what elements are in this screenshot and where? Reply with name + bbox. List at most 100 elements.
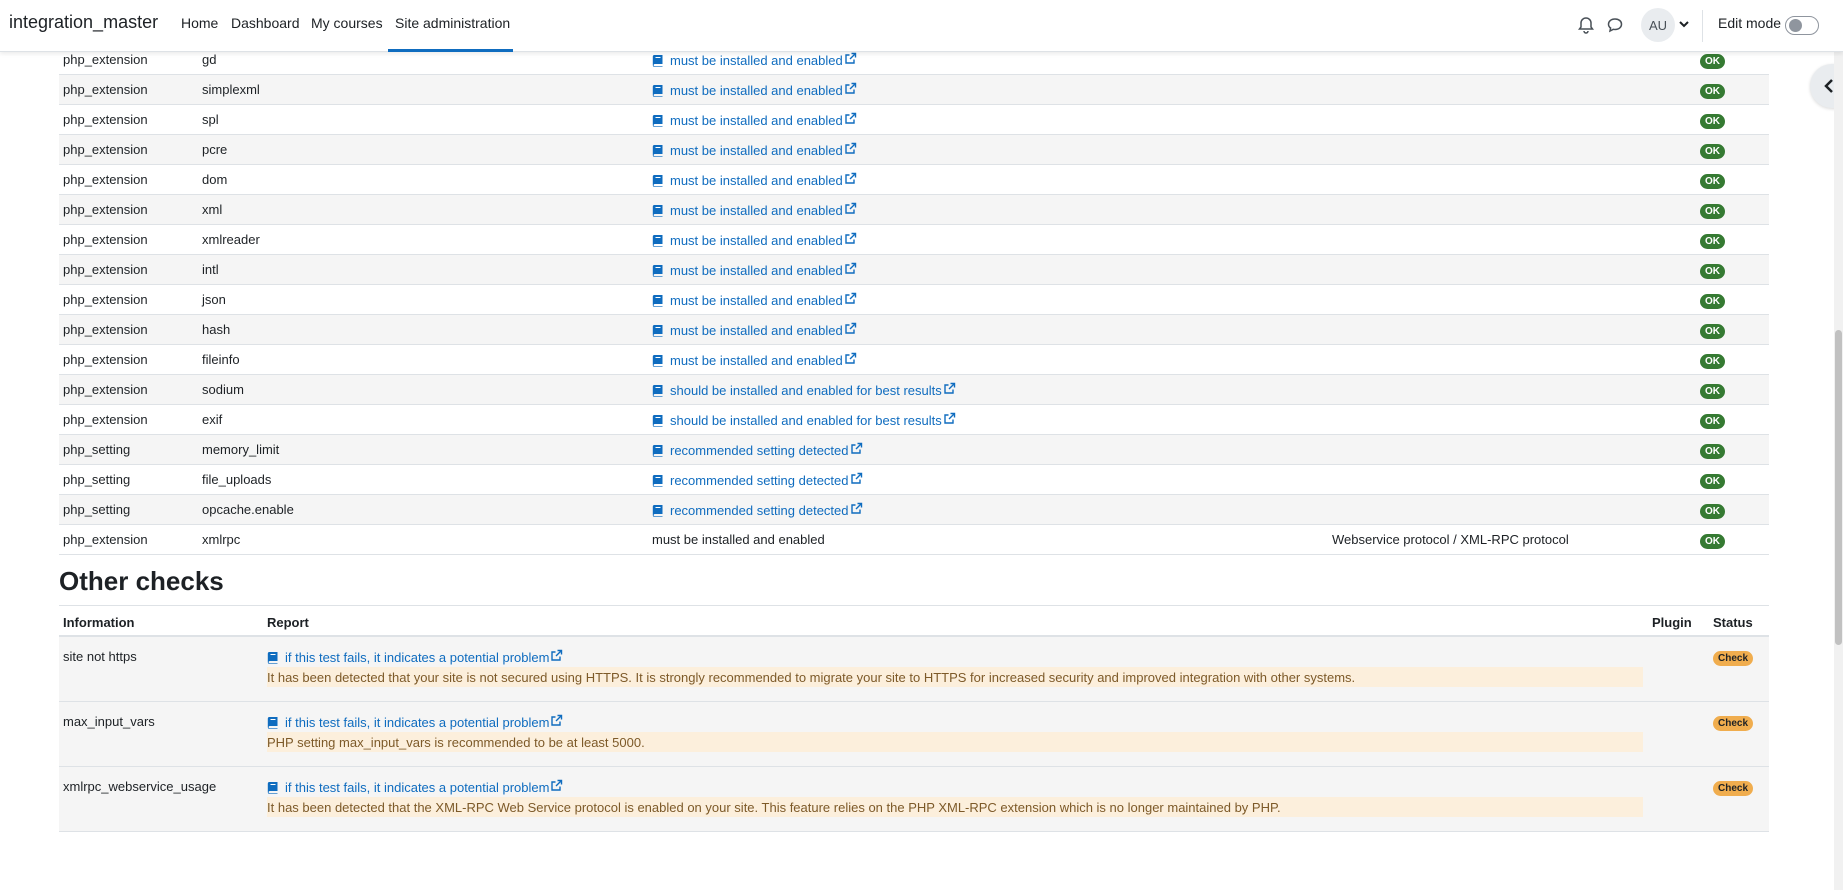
row-type: php_extension: [63, 352, 148, 367]
table-row: php_extension pcre must be installed and e…: [59, 135, 1769, 165]
row-type: php_setting: [63, 442, 131, 457]
row-name: gd: [202, 52, 217, 67]
report-link[interactable]: must be installed and enabled: [652, 112, 857, 128]
other-checks-header: Information Report Plugin Status: [59, 605, 1769, 637]
row-name: memory_limit: [202, 442, 280, 457]
external-link-icon: [845, 352, 856, 364]
other-checks-table: Information Report Plugin Status site no…: [59, 605, 1769, 832]
row-name: hash: [202, 322, 231, 337]
other-checks-title: Other checks: [59, 566, 224, 596]
row-name: spl: [202, 112, 219, 127]
book-icon: [652, 145, 663, 157]
external-link-icon: [845, 142, 856, 154]
report-link[interactable]: if this test fails, it indicates a poten…: [267, 779, 563, 795]
row-type: php_extension: [63, 292, 148, 307]
table-row: max_input_vars if this test fails, it ind…: [59, 702, 1769, 767]
book-icon: [652, 445, 663, 457]
report-link[interactable]: must be installed and enabled: [652, 232, 857, 248]
external-link-icon: [850, 472, 862, 484]
table-row: php_setting opcache.enable recommended set…: [59, 495, 1769, 525]
header-report: Report: [267, 615, 309, 630]
nav-divider: [1702, 10, 1703, 42]
report-link[interactable]: must be installed and enabled: [652, 142, 857, 158]
header-status: Status: [1713, 615, 1753, 630]
check-info: xmlrpc_webservice_usage: [63, 779, 217, 794]
report-link[interactable]: must be installed and enabled: [652, 172, 857, 188]
external-link-icon: [850, 442, 862, 454]
chat-bubble-icon[interactable]: [1605, 15, 1625, 35]
book-icon: [652, 85, 663, 97]
report-link[interactable]: must be installed and enabled: [652, 292, 857, 308]
header-plugin: Plugin: [1652, 615, 1692, 630]
report-link[interactable]: if this test fails, it indicates a poten…: [267, 714, 563, 730]
table-row: php_setting memory_limit recommended setti…: [59, 435, 1769, 465]
external-link-icon: [845, 112, 856, 124]
table-row: site not https if this test fails, it ind…: [59, 637, 1769, 702]
external-link-icon: [845, 172, 856, 184]
status-badge: Check: [1713, 649, 1754, 666]
table-row: php_extension hash must be installed and e…: [59, 315, 1769, 345]
external-link-icon: [850, 502, 862, 514]
table-row: php_extension json must be installed and e…: [59, 285, 1769, 315]
status-badge: OK: [1700, 472, 1725, 489]
site-brand[interactable]: integration_master: [9, 12, 158, 33]
bell-icon[interactable]: [1576, 15, 1596, 35]
table-row: php_extension xml must be installed and en…: [59, 195, 1769, 225]
report-link[interactable]: recommended setting detected: [652, 502, 863, 518]
report-link[interactable]: must be installed and enabled: [652, 322, 857, 338]
scrollbar-thumb[interactable]: [1835, 330, 1842, 645]
status-badge: OK: [1700, 82, 1725, 99]
table-row: php_extension spl must be installed and en…: [59, 105, 1769, 135]
book-icon: [652, 175, 663, 187]
row-type: php_extension: [63, 202, 148, 217]
table-row: php_extension xmlreader must be installed …: [59, 225, 1769, 255]
status-badge: OK: [1700, 232, 1725, 249]
row-name: xml: [202, 202, 223, 217]
nav-active-indicator: [388, 49, 513, 52]
nav-site-administration[interactable]: Site administration: [395, 15, 510, 31]
row-name: dom: [202, 172, 228, 187]
report-link[interactable]: must be installed and enabled: [652, 82, 857, 98]
book-icon: [652, 325, 663, 337]
report-link[interactable]: recommended setting detected: [652, 472, 863, 488]
external-link-icon: [845, 232, 856, 244]
nav-dashboard[interactable]: Dashboard: [231, 15, 300, 31]
row-type: php_extension: [63, 532, 148, 547]
book-icon: [652, 205, 663, 217]
row-type: php_extension: [63, 322, 148, 337]
report-link[interactable]: must be installed and enabled: [652, 52, 857, 68]
status-badge: OK: [1700, 442, 1725, 459]
warning-message: It has been detected that the XML-RPC We…: [267, 797, 1643, 817]
row-name: file_uploads: [202, 472, 272, 487]
status-badge: OK: [1700, 502, 1725, 519]
row-name: intl: [202, 262, 219, 277]
table-row: php_extension exif should be installed and…: [59, 405, 1769, 435]
report-link[interactable]: should be installed and enabled for best…: [652, 382, 956, 398]
report-link[interactable]: should be installed and enabled for best…: [652, 412, 956, 428]
nav-my-courses[interactable]: My courses: [311, 15, 383, 31]
book-icon: [652, 115, 663, 127]
report-link[interactable]: if this test fails, it indicates a poten…: [267, 649, 563, 665]
external-link-icon: [845, 292, 856, 304]
user-avatar[interactable]: AU: [1641, 8, 1675, 42]
edit-mode-label: Edit mode: [1718, 15, 1782, 31]
status-badge: OK: [1700, 292, 1725, 309]
book-icon: [267, 652, 278, 664]
environment-table: php_extension gd must be installed and ena…: [59, 45, 1769, 555]
row-type: php_extension: [63, 232, 148, 247]
nav-home[interactable]: Home: [181, 15, 218, 31]
top-navbar: integration_master Home Dashboard My cou…: [0, 0, 1843, 52]
row-name: xmlrpc: [202, 532, 241, 547]
row-name: simplexml: [202, 82, 260, 97]
chevron-down-icon[interactable]: [1678, 18, 1690, 30]
row-type: php_extension: [63, 112, 148, 127]
report-link[interactable]: must be installed and enabled: [652, 262, 857, 278]
row-name: exif: [202, 412, 223, 427]
external-link-icon: [845, 202, 856, 214]
edit-mode-toggle[interactable]: [1785, 16, 1819, 35]
status-badge: OK: [1700, 532, 1725, 549]
report-link[interactable]: must be installed and enabled: [652, 202, 857, 218]
report-link[interactable]: must be installed and enabled: [652, 352, 857, 368]
report-link[interactable]: recommended setting detected: [652, 442, 863, 458]
status-badge: OK: [1700, 112, 1725, 129]
